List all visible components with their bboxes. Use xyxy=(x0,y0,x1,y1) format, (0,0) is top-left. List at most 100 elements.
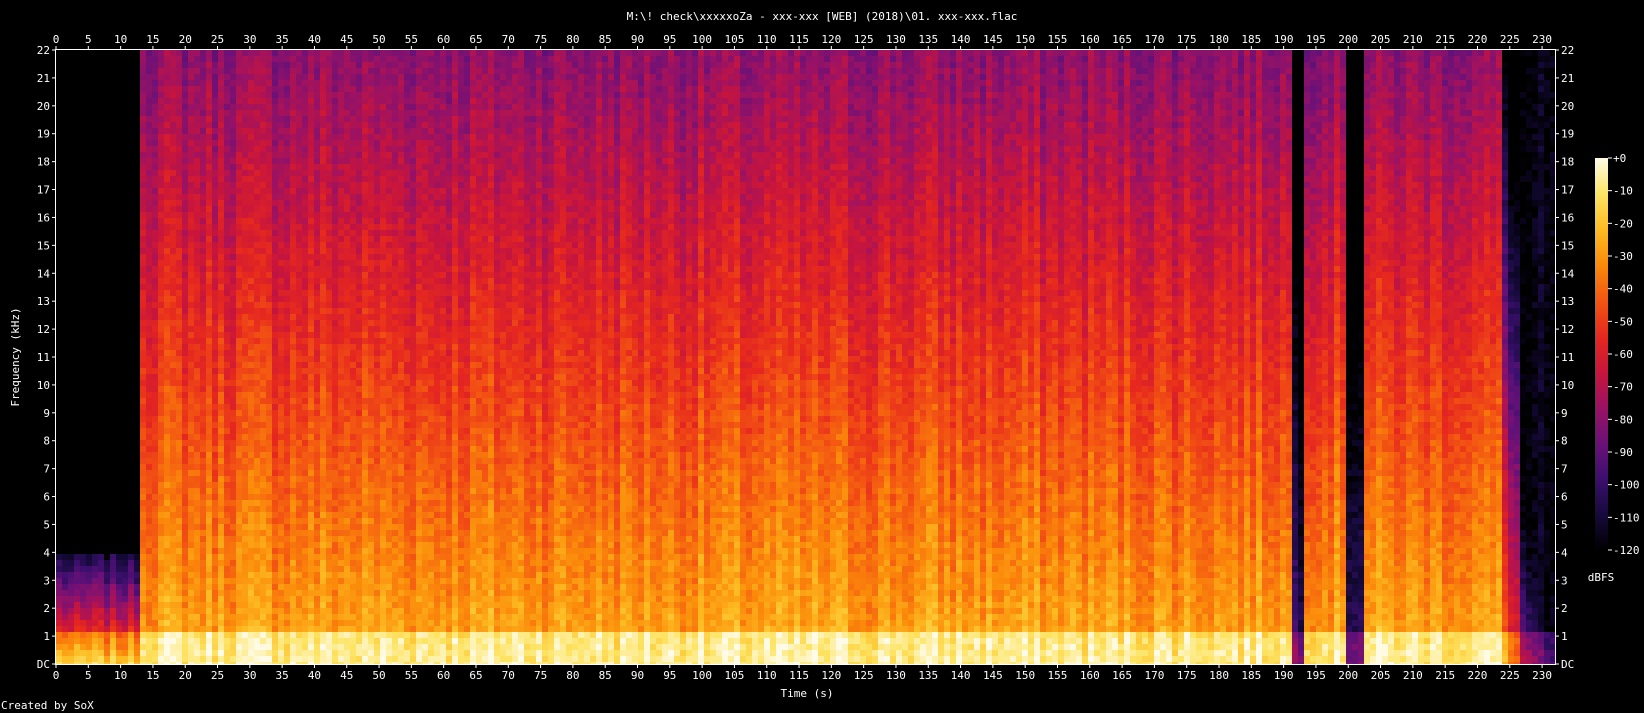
heat-cell xyxy=(290,110,296,116)
heat-cell xyxy=(122,80,128,86)
heat-cell xyxy=(140,92,146,98)
heat-cell xyxy=(146,650,152,656)
heat-cell xyxy=(146,272,152,278)
heat-cell xyxy=(338,278,344,284)
heat-cell xyxy=(344,350,350,356)
heat-cell xyxy=(62,272,68,278)
heat-cell xyxy=(110,116,116,122)
heat-cell xyxy=(74,356,80,362)
heat-cell xyxy=(56,416,62,422)
heat-cell xyxy=(176,632,182,638)
heat-cell xyxy=(326,398,332,404)
heat-cell xyxy=(68,230,74,236)
heat-cell xyxy=(68,302,74,308)
heat-cell xyxy=(332,308,338,314)
heat-cell xyxy=(128,368,134,374)
heat-cell xyxy=(212,374,218,380)
heat-cell xyxy=(332,170,338,176)
heat-cell xyxy=(146,548,152,554)
heat-cell xyxy=(134,206,140,212)
heat-cell xyxy=(164,140,170,146)
heat-cell xyxy=(224,392,230,398)
heat-cell xyxy=(122,260,128,266)
heat-cell xyxy=(116,440,122,446)
heat-cell xyxy=(146,140,152,146)
heat-cell xyxy=(134,560,140,566)
heat-cell xyxy=(176,248,182,254)
heat-cell xyxy=(230,56,236,62)
heat-cell xyxy=(56,482,62,488)
heat-cell xyxy=(236,104,242,110)
heat-cell xyxy=(296,302,302,308)
heat-cell xyxy=(122,464,128,470)
heat-cell xyxy=(146,512,152,518)
heat-cell xyxy=(212,392,218,398)
heat-cell xyxy=(224,86,230,92)
heat-cell xyxy=(266,410,272,416)
heat-cell xyxy=(254,170,260,176)
heat-cell xyxy=(188,452,194,458)
heat-cell xyxy=(290,446,296,452)
heat-cell xyxy=(86,272,92,278)
heat-cell xyxy=(248,152,254,158)
heat-cell xyxy=(284,482,290,488)
heat-cell xyxy=(320,542,326,548)
heat-cell xyxy=(122,548,128,554)
heat-cell xyxy=(338,644,344,650)
heat-cell xyxy=(326,602,332,608)
heat-cell xyxy=(260,416,266,422)
heat-cell xyxy=(260,272,266,278)
heat-cell xyxy=(230,272,236,278)
heat-cell xyxy=(278,476,284,482)
heat-cell xyxy=(164,302,170,308)
heat-cell xyxy=(338,236,344,242)
heat-cell xyxy=(86,422,92,428)
heat-cell xyxy=(188,188,194,194)
heat-cell xyxy=(56,158,62,164)
heat-cell xyxy=(158,590,164,596)
heat-cell xyxy=(314,482,320,488)
heat-cell xyxy=(200,500,206,506)
heat-cell xyxy=(146,284,152,290)
heat-cell xyxy=(188,584,194,590)
heat-cell xyxy=(182,230,188,236)
heat-cell xyxy=(116,590,122,596)
heat-cell xyxy=(56,608,62,614)
heat-cell xyxy=(128,620,134,626)
heat-cell xyxy=(242,614,248,620)
heat-cell xyxy=(254,254,260,260)
heat-cell xyxy=(122,98,128,104)
heat-cell xyxy=(74,434,80,440)
heat-cell xyxy=(104,482,110,488)
heat-cell xyxy=(86,62,92,68)
heat-cell xyxy=(206,656,212,662)
heat-cell xyxy=(254,272,260,278)
heat-cell xyxy=(74,548,80,554)
heat-cell xyxy=(56,290,62,296)
heat-cell xyxy=(74,224,80,230)
heat-cell xyxy=(326,134,332,140)
heat-cell xyxy=(314,572,320,578)
heat-cell xyxy=(62,362,68,368)
heat-cell xyxy=(176,350,182,356)
heat-cell xyxy=(266,500,272,506)
heat-cell xyxy=(56,254,62,260)
heat-cell xyxy=(212,314,218,320)
heat-cell xyxy=(146,536,152,542)
heat-cell xyxy=(146,50,152,56)
heat-cell xyxy=(344,332,350,338)
heat-cell xyxy=(170,332,176,338)
heat-cell xyxy=(206,638,212,644)
heat-cell xyxy=(56,350,62,356)
heat-cell xyxy=(86,134,92,140)
heat-cell xyxy=(212,506,218,512)
heat-cell xyxy=(296,512,302,518)
heat-cell xyxy=(320,242,326,248)
heat-cell xyxy=(182,338,188,344)
heat-cell xyxy=(92,236,98,242)
heat-cell xyxy=(326,596,332,602)
heat-cell xyxy=(308,56,314,62)
heat-cell xyxy=(278,566,284,572)
heat-cell xyxy=(242,530,248,536)
heat-cell xyxy=(344,260,350,266)
